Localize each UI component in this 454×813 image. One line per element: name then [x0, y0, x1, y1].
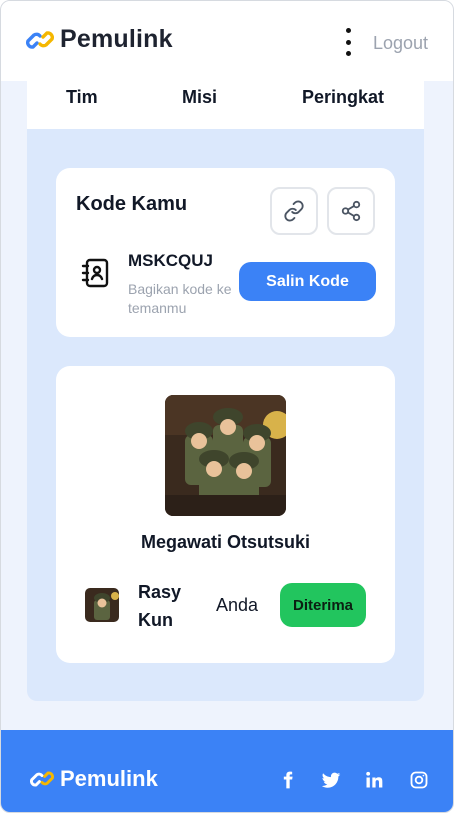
team-member-card: Megawati Otsutsuki Rasy Kun Anda Diterim… — [56, 366, 395, 663]
team-avatar — [165, 395, 286, 516]
code-hint: Bagikan kode ke temanmu — [128, 281, 232, 316]
more-menu-icon[interactable] — [341, 28, 355, 56]
tab-misi[interactable]: Misi — [182, 87, 217, 108]
copy-link-button[interactable] — [270, 187, 318, 235]
share-button[interactable] — [327, 187, 375, 235]
copy-code-button[interactable]: Salin Kode — [239, 262, 376, 301]
contact-book-icon — [81, 258, 109, 288]
pemulink-logo-icon — [26, 30, 54, 49]
link-icon — [284, 200, 304, 222]
member-avatar — [85, 588, 119, 622]
tab-tim[interactable]: Tim — [66, 87, 98, 108]
status-badge: Diterima — [280, 583, 366, 627]
app-frame: Pemulink Logout Tim Misi Peringkat Kode … — [0, 0, 454, 813]
pemulink-logo-icon — [30, 771, 54, 787]
facebook-icon[interactable] — [277, 769, 299, 791]
tab-bar: Tim Misi Peringkat — [27, 81, 424, 129]
twitter-icon[interactable] — [320, 769, 342, 791]
code-card-title: Kode Kamu — [76, 193, 188, 215]
instagram-icon[interactable] — [408, 769, 430, 791]
share-icon — [341, 200, 361, 222]
tab-peringkat[interactable]: Peringkat — [302, 87, 384, 108]
footer: Pemulink — [1, 730, 453, 812]
footer-brand-name: Pemulink — [60, 766, 158, 791]
member-role: Anda — [216, 595, 259, 615]
brand-name: Pemulink — [60, 25, 173, 53]
logout-link[interactable]: Logout — [373, 33, 428, 54]
referral-code-card: Kode Kamu MSKCQUJ Bagikan kode ke temanm… — [56, 168, 395, 337]
linkedin-icon[interactable] — [363, 769, 385, 791]
top-header: Pemulink Logout — [1, 1, 453, 81]
team-name: Megawati Otsutsuki — [140, 532, 311, 552]
member-name: Rasy Kun — [138, 582, 182, 630]
referral-code: MSKCQUJ — [128, 251, 214, 270]
footer-brand[interactable]: Pemulink — [30, 766, 158, 792]
brand[interactable]: Pemulink — [26, 25, 173, 54]
